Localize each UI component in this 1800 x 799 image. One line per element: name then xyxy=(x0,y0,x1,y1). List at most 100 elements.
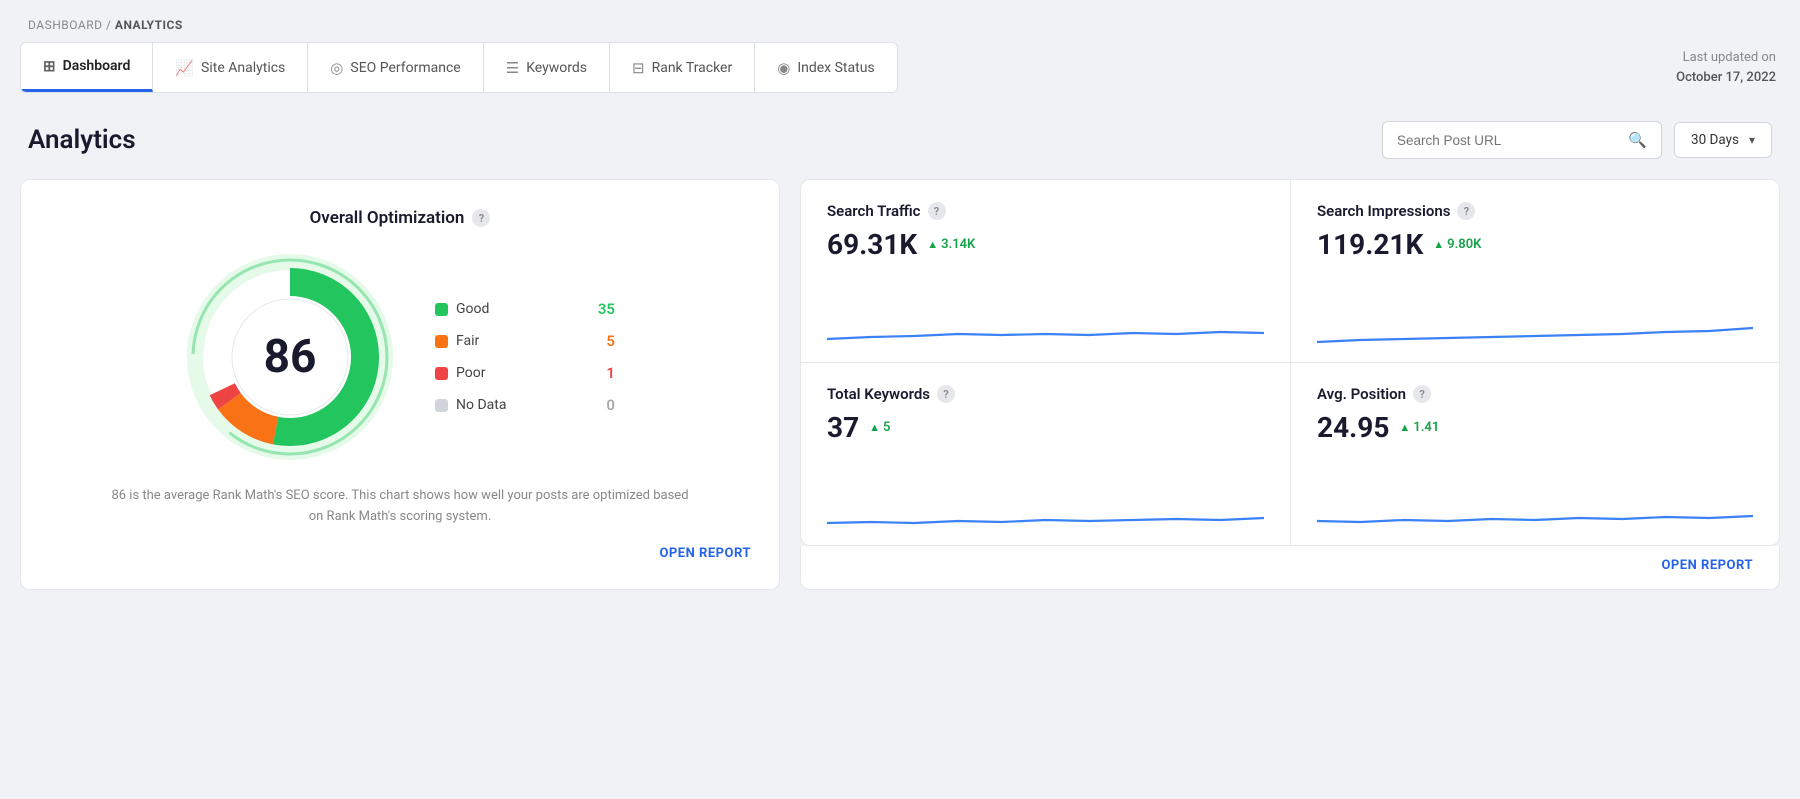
optimization-description: 86 is the average Rank Math's SEO score.… xyxy=(110,486,690,528)
page-header: Analytics 🔍 30 Days ▾ xyxy=(0,93,1800,179)
legend-left-good: Good xyxy=(435,301,489,317)
tab-label-dashboard: Dashboard xyxy=(63,58,131,74)
breadcrumb: DASHBOARD / ANALYTICS xyxy=(0,0,1800,42)
metric-change-search-impressions: ▲ 9.80K xyxy=(1433,237,1481,252)
legend-label-fair: Fair xyxy=(456,333,479,349)
sparkline-total-keywords xyxy=(827,487,1264,529)
days-dropdown-value: 30 Days xyxy=(1691,132,1739,148)
legend-item-fair: Fair 5 xyxy=(435,332,615,350)
legend-dot-good xyxy=(435,303,448,316)
tab-icon-dashboard: ⊞ xyxy=(43,57,56,75)
tab-site-analytics[interactable]: 📈 Site Analytics xyxy=(153,43,308,92)
tab-icon-rank-tracker: ⊟ xyxy=(632,59,645,77)
metric-value-row-total-keywords: 37 ▲ 5 xyxy=(827,411,1264,444)
sparkline-search-traffic xyxy=(827,304,1264,346)
metric-value-avg-position: 24.95 xyxy=(1317,411,1389,444)
donut-chart: 86 xyxy=(185,252,395,462)
tab-index-status[interactable]: ◉ Index Status xyxy=(755,43,896,92)
breadcrumb-separator: / xyxy=(106,18,111,32)
tab-label-keywords: Keywords xyxy=(526,60,587,76)
metric-change-total-keywords: ▲ 5 xyxy=(869,420,890,435)
metric-help-icon-avg-position[interactable]: ? xyxy=(1413,385,1431,403)
optimization-body: 86 Good 35 Fair 5 Poor 1 No Data 0 xyxy=(49,252,751,462)
metric-title-search-impressions: Search Impressions ? xyxy=(1317,202,1753,220)
legend-value-poor: 1 xyxy=(606,364,615,382)
tab-icon-keywords: ☰ xyxy=(506,59,519,77)
tab-icon-site-analytics: 📈 xyxy=(175,59,194,77)
tab-dashboard[interactable]: ⊞ Dashboard xyxy=(21,43,153,92)
donut-center: 86 xyxy=(264,334,317,380)
legend-value-fair: 5 xyxy=(606,332,615,350)
tab-rank-tracker[interactable]: ⊟ Rank Tracker xyxy=(610,43,755,92)
metric-change-search-traffic: ▲ 3.14K xyxy=(927,237,975,252)
optimization-title: Overall Optimization ? xyxy=(310,208,491,228)
tab-icon-index-status: ◉ xyxy=(777,59,790,77)
legend-item-good: Good 35 xyxy=(435,300,615,318)
sparkline-avg-position xyxy=(1317,487,1753,529)
right-open-report-wrapper: OPEN REPORT xyxy=(800,546,1780,590)
legend-left-poor: Poor xyxy=(435,365,485,381)
breadcrumb-dashboard[interactable]: DASHBOARD xyxy=(28,18,102,32)
metric-value-total-keywords: 37 xyxy=(827,411,859,444)
chevron-down-icon: ▾ xyxy=(1749,133,1755,147)
metric-value-search-impressions: 119.21K xyxy=(1317,228,1423,261)
metric-change-avg-position: ▲ 1.41 xyxy=(1399,420,1439,435)
right-panel: Search Traffic ? 69.31K ▲ 3.14K Search I… xyxy=(800,179,1780,590)
metric-value-row-search-traffic: 69.31K ▲ 3.14K xyxy=(827,228,1264,261)
tab-seo-performance[interactable]: ◎ SEO Performance xyxy=(308,43,483,92)
arrow-up-icon-avg-position: ▲ xyxy=(1399,421,1410,434)
optimization-help-icon[interactable]: ? xyxy=(472,209,490,227)
metric-value-row-search-impressions: 119.21K ▲ 9.80K xyxy=(1317,228,1753,261)
metric-card-search-impressions: Search Impressions ? 119.21K ▲ 9.80K xyxy=(1290,179,1780,362)
legend-label-good: Good xyxy=(456,301,489,317)
search-url-input[interactable] xyxy=(1397,133,1620,148)
metric-help-icon-search-traffic[interactable]: ? xyxy=(928,202,946,220)
legend-item-poor: Poor 1 xyxy=(435,364,615,382)
metric-title-avg-position: Avg. Position ? xyxy=(1317,385,1753,403)
metric-title-total-keywords: Total Keywords ? xyxy=(827,385,1264,403)
metric-title-search-traffic: Search Traffic ? xyxy=(827,202,1264,220)
tabs-container: ⊞ Dashboard 📈 Site Analytics ◎ SEO Performanc… xyxy=(20,42,898,93)
page-title: Analytics xyxy=(28,125,136,155)
right-open-report-link[interactable]: OPEN REPORT xyxy=(1661,558,1753,573)
last-updated: Last updated on October 17, 2022 xyxy=(1676,48,1780,87)
metric-help-icon-search-impressions[interactable]: ? xyxy=(1457,202,1475,220)
arrow-up-icon-search-traffic: ▲ xyxy=(927,238,938,251)
last-updated-label: Last updated on xyxy=(1676,48,1776,68)
search-url-container: 🔍 xyxy=(1382,121,1662,159)
tab-keywords[interactable]: ☰ Keywords xyxy=(484,43,610,92)
tab-icon-seo-performance: ◎ xyxy=(330,59,343,77)
main-content: Overall Optimization ? xyxy=(20,179,1780,590)
tab-label-rank-tracker: Rank Tracker xyxy=(652,60,733,76)
last-updated-date: October 17, 2022 xyxy=(1676,68,1776,88)
days-dropdown[interactable]: 30 Days ▾ xyxy=(1674,122,1772,158)
metric-card-search-traffic: Search Traffic ? 69.31K ▲ 3.14K xyxy=(800,179,1290,362)
legend-value-no-data: 0 xyxy=(606,396,615,414)
sparkline-search-impressions xyxy=(1317,304,1753,346)
legend-dot-poor xyxy=(435,367,448,380)
tab-bar-wrapper: ⊞ Dashboard 📈 Site Analytics ◎ SEO Performanc… xyxy=(0,42,1800,93)
tab-label-seo-performance: SEO Performance xyxy=(350,60,460,76)
legend-item-no-data: No Data 0 xyxy=(435,396,615,414)
metric-value-search-traffic: 69.31K xyxy=(827,228,917,261)
search-icon: 🔍 xyxy=(1628,131,1647,149)
tab-label-site-analytics: Site Analytics xyxy=(201,60,285,76)
tab-label-index-status: Index Status xyxy=(797,60,874,76)
breadcrumb-current: ANALYTICS xyxy=(115,18,183,32)
legend-left-no-data: No Data xyxy=(435,397,506,413)
legend: Good 35 Fair 5 Poor 1 No Data 0 xyxy=(435,300,615,414)
arrow-up-icon-search-impressions: ▲ xyxy=(1433,238,1444,251)
legend-label-no-data: No Data xyxy=(456,397,506,413)
arrow-up-icon-total-keywords: ▲ xyxy=(869,421,880,434)
legend-label-poor: Poor xyxy=(456,365,485,381)
donut-score: 86 xyxy=(264,330,317,384)
metric-card-total-keywords: Total Keywords ? 37 ▲ 5 xyxy=(800,362,1290,545)
legend-left-fair: Fair xyxy=(435,333,479,349)
legend-dot-no-data xyxy=(435,399,448,412)
optimization-panel: Overall Optimization ? xyxy=(20,179,780,590)
legend-value-good: 35 xyxy=(598,300,615,318)
open-report-link[interactable]: OPEN REPORT xyxy=(659,546,751,561)
legend-dot-fair xyxy=(435,335,448,348)
header-controls: 🔍 30 Days ▾ xyxy=(1382,121,1772,159)
metric-help-icon-total-keywords[interactable]: ? xyxy=(937,385,955,403)
